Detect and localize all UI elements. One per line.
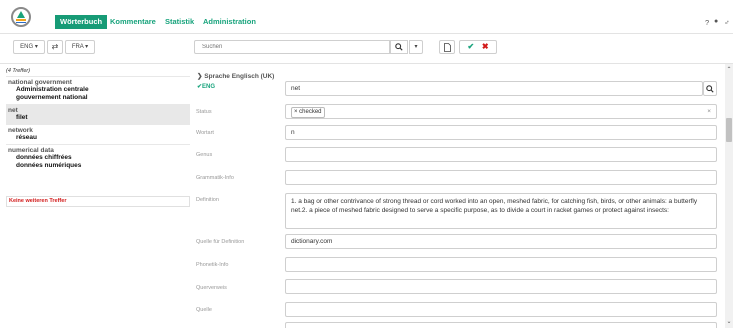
grammatik-label: Grammatik-Info [196,175,234,181]
status-select[interactable]: × checked × [285,104,717,119]
top-navbar: Wörterbuch Kommentare Statistik Administ… [0,0,733,34]
scroll-up-icon[interactable]: ⌃ [725,66,733,73]
language-header[interactable]: ❯ Sprache Englisch (UK) [197,72,274,80]
wortart-input[interactable]: n [285,125,717,140]
no-more-results: Keine weiteren Treffer [6,196,190,207]
language-code[interactable]: ✔ENG [197,83,215,90]
entry-source-term: national government [8,79,72,86]
status-label: Status [196,109,212,115]
term-input[interactable]: net [285,81,703,96]
entry-source-term: net [8,107,18,114]
search-icon [395,43,403,51]
quelle-definition-input[interactable]: dictionary.com [285,234,717,249]
entry-source-term: numerical data [8,147,54,154]
status-chip-checked[interactable]: × checked [291,107,325,118]
source-language-select[interactable]: ENG ▾ [13,40,45,54]
search-input[interactable] [194,40,390,54]
result-list: national government Administration centr… [6,76,190,172]
definition-label: Definition [196,197,219,203]
entry-target-term: réseau [16,134,37,141]
grammatik-input[interactable] [285,170,717,185]
quelle-label: Quelle [196,307,212,313]
result-count: (4 Treffer) [6,68,31,74]
entry-target-term: Administration centrale [16,86,89,93]
confirm-check-icon[interactable]: ✔ [467,42,474,51]
list-item[interactable]: network réseau [6,124,190,144]
phonetik-label: Phonetik-Info [196,262,229,268]
logo-triangle-icon [17,11,25,18]
entry-target-term: données numériques [16,162,82,169]
querverweis-label: Querverweis [196,285,227,291]
nav-administration[interactable]: Administration [203,15,256,29]
list-item[interactable]: national government Administration centr… [6,76,190,104]
entry-target-term: données chiffrées [16,154,72,161]
nav-woerterbuch[interactable]: Wörterbuch [55,15,108,29]
language-header-label: Sprache Englisch (UK) [204,73,275,80]
term-search-button[interactable] [703,81,717,96]
search-button[interactable] [390,40,408,54]
help-icon[interactable]: ? [705,18,709,27]
next-field-partial[interactable] [285,322,717,328]
new-entry-button[interactable] [439,40,455,54]
new-document-icon [443,43,451,52]
logo-bar-icon [16,19,26,21]
querverweis-input[interactable] [285,279,717,294]
scroll-down-icon[interactable]: ⌄ [725,318,733,325]
search-options-dropdown[interactable]: ▾ [409,40,423,54]
confirm-cancel-group: ✔ ✖ [459,40,497,54]
app-logo[interactable] [11,7,31,27]
entry-target-term: gouvernement national [16,94,88,101]
phonetik-input[interactable] [285,257,717,272]
list-item-selected[interactable]: net filet [6,104,190,124]
genus-label: Genus [196,152,213,158]
quelle-definition-label: Quelle für Definition [196,239,245,245]
entry-target-term: filet [16,114,28,121]
status-clear-icon[interactable]: × [707,105,711,118]
cancel-x-icon[interactable]: ✖ [482,42,489,51]
genus-input[interactable] [285,147,717,162]
swap-languages-button[interactable]: ⇄ [47,40,63,54]
entry-source-term: network [8,127,33,134]
language-code-label: ENG [202,84,216,90]
list-item[interactable]: numerical data données chiffrées données… [6,144,190,172]
wortart-label: Wortart [196,130,214,136]
quelle-input[interactable] [285,302,717,317]
target-language-select[interactable]: FRA ▾ [65,40,95,54]
logo-bar-icon [16,21,26,23]
nav-statistik[interactable]: Statistik [165,15,194,29]
user-icon[interactable]: ♂ [724,18,730,27]
search-icon [706,85,714,93]
scrollbar-thumb[interactable] [726,118,732,142]
scrollbar-track[interactable] [725,64,733,328]
nav-kommentare[interactable]: Kommentare [110,15,156,29]
globe-icon[interactable]: ● [714,18,718,25]
definition-textarea[interactable]: 1. a bag or other contrivance of strong … [285,193,717,229]
